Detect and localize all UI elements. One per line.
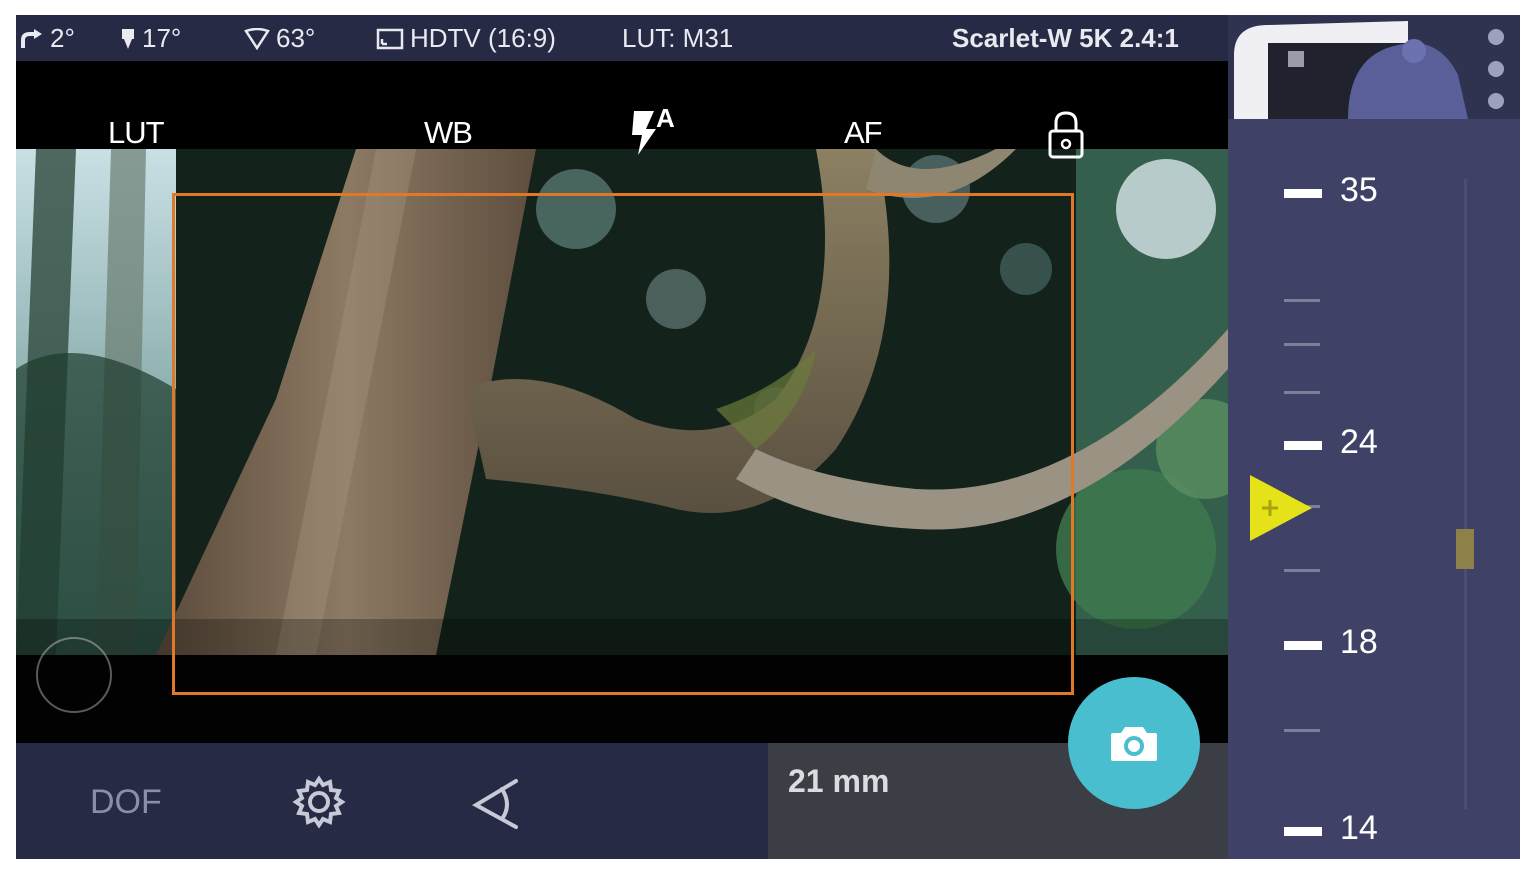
- field-of-view-indicator: 63°: [244, 23, 315, 54]
- right-panel: 35 24 18 14: [1228, 15, 1520, 859]
- ruler-tick-minor: [1284, 391, 1320, 394]
- settings-button[interactable]: [290, 773, 348, 831]
- zoom-slider-track[interactable]: [1464, 179, 1467, 809]
- autofocus-toggle[interactable]: AF: [844, 115, 883, 151]
- ruler-label-14: 14: [1340, 809, 1378, 847]
- camera-icon: [1111, 727, 1157, 761]
- frame-guide: [172, 193, 1074, 695]
- field-of-view-icon: [244, 27, 270, 50]
- roll-icon: [122, 28, 134, 49]
- ruler-tick-major: [1284, 441, 1322, 450]
- tilt-indicator: 2°: [20, 23, 75, 54]
- director-viewfinder-app: LUT WB A AF 2° 17° 63° HDTV (16:9) LUT: …: [16, 15, 1520, 859]
- tilt-value: 2°: [50, 23, 75, 53]
- dof-button[interactable]: DOF: [90, 783, 162, 822]
- camera-thumbnail[interactable]: [1228, 15, 1520, 119]
- lut-indicator[interactable]: LUT: M31: [622, 23, 733, 54]
- ruler-tick-minor: [1284, 729, 1320, 732]
- angle-button[interactable]: [471, 775, 528, 831]
- pointer-icon: [1250, 475, 1312, 541]
- aspect-icon: [376, 28, 404, 49]
- lut-value: LUT: M31: [622, 23, 734, 53]
- focal-length-pointer[interactable]: [1248, 473, 1314, 543]
- ruler-label-18: 18: [1340, 623, 1378, 661]
- camera-format-value: Scarlet-W 5K 2.4:1: [952, 23, 1179, 53]
- aspect-value: HDTV (16:9): [410, 23, 556, 53]
- capture-button[interactable]: [1068, 677, 1200, 809]
- focus-indicator[interactable]: [36, 637, 112, 713]
- more-menu-button[interactable]: [1484, 23, 1508, 113]
- ruler-tick-major: [1284, 641, 1322, 650]
- ruler-tick-major: [1284, 189, 1322, 198]
- viewfinder[interactable]: LUT WB A AF: [16, 61, 1228, 743]
- flash-mode-button[interactable]: A: [630, 103, 680, 157]
- white-balance-toggle[interactable]: WB: [424, 115, 473, 151]
- angle-icon: [471, 779, 518, 829]
- ruler-label-24: 24: [1340, 423, 1378, 461]
- tilt-icon: [21, 28, 42, 48]
- lock-button[interactable]: [1046, 109, 1086, 161]
- roll-indicator: 17°: [120, 23, 181, 54]
- lock-icon: [1048, 111, 1084, 159]
- ruler-tick-minor: [1284, 343, 1320, 346]
- lut-toggle[interactable]: LUT: [108, 115, 165, 151]
- camera-format-indicator[interactable]: Scarlet-W 5K 2.4:1: [952, 23, 1179, 54]
- more-vertical-icon: [1488, 29, 1504, 109]
- focal-length-ruler[interactable]: 35 24 18 14: [1228, 119, 1520, 859]
- ruler-tick-minor: [1284, 299, 1320, 302]
- field-of-view-value: 63°: [276, 23, 316, 53]
- camera-thumbnail-image: [1228, 15, 1520, 119]
- focal-length-readout: 21 mm: [788, 763, 890, 799]
- zoom-slider-thumb[interactable]: [1456, 529, 1474, 569]
- aspect-indicator[interactable]: HDTV (16:9): [376, 23, 556, 54]
- ruler-label-35: 35: [1340, 171, 1378, 209]
- ruler-tick-major: [1284, 827, 1322, 836]
- ruler-tick-minor: [1284, 569, 1320, 572]
- settings-icon: [292, 775, 346, 829]
- status-bar: 2° 17° 63° HDTV (16:9) LUT: M31 Scarlet-…: [16, 15, 1228, 61]
- roll-value: 17°: [142, 23, 182, 53]
- flash-mode-label: A: [656, 103, 675, 133]
- bottom-toolbar: DOF: [16, 743, 768, 859]
